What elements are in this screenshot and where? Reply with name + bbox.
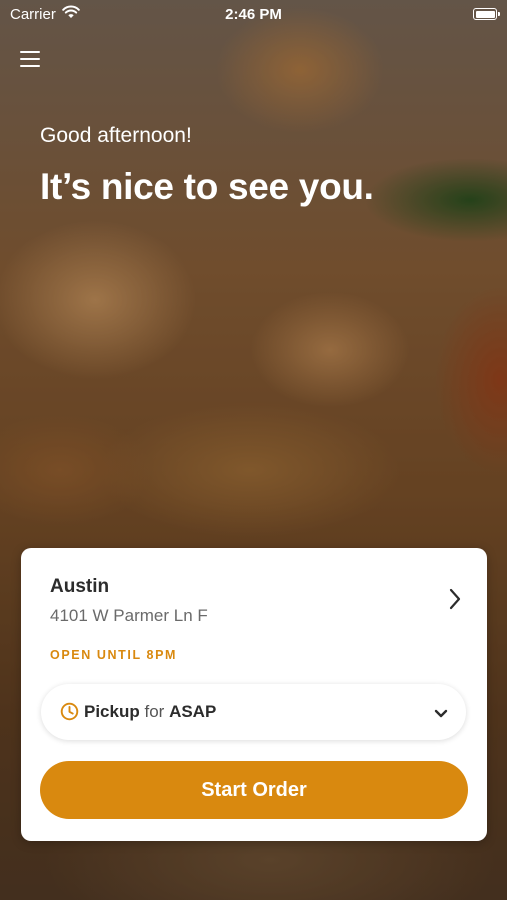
location-card: Austin 4101 W Parmer Ln F OPEN UNTIL 8PM…	[21, 548, 487, 841]
open-hours-badge: OPEN UNTIL 8PM	[50, 648, 178, 662]
greeting-text: Good afternoon!	[40, 124, 192, 147]
status-bar: Carrier 2:46 PM	[0, 0, 507, 28]
chevron-right-icon	[449, 588, 461, 615]
order-connector: for	[144, 702, 165, 721]
order-method: Pickup	[84, 702, 140, 721]
start-order-button[interactable]: Start Order	[40, 761, 468, 819]
location-selector[interactable]: Austin 4101 W Parmer Ln F	[21, 548, 487, 644]
location-name: Austin	[50, 576, 110, 597]
order-mode-selector[interactable]: Pickup for ASAP	[41, 684, 466, 740]
clock-icon	[60, 702, 79, 726]
order-mode-text: Pickup for ASAP	[84, 702, 216, 722]
location-address: 4101 W Parmer Ln F	[50, 606, 208, 625]
order-time: ASAP	[169, 702, 217, 721]
headline-text: It’s nice to see you.	[40, 166, 374, 207]
menu-icon[interactable]	[20, 48, 42, 68]
status-time: 2:46 PM	[225, 6, 282, 23]
chevron-down-icon	[434, 706, 448, 724]
battery-icon	[473, 8, 500, 20]
